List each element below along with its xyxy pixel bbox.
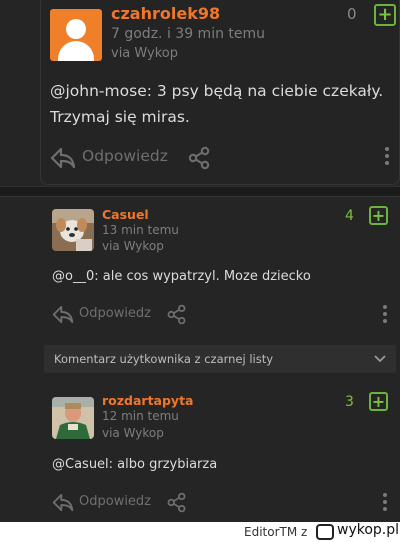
share-icon[interactable] <box>166 492 187 513</box>
chevron-down-icon <box>374 355 386 363</box>
timestamp: 7 godz. i 39 min temu <box>111 26 266 42</box>
plus-button[interactable]: + <box>369 206 388 225</box>
reply-label: Odpowiedz <box>82 147 168 165</box>
source-label: via Wykop <box>102 239 164 253</box>
share-icon[interactable] <box>187 146 211 170</box>
reply-button[interactable]: Odpowiedz <box>50 147 174 171</box>
username[interactable]: czahrolek98 <box>111 4 220 23</box>
comment-card: czahrolek98 7 godz. i 39 min temu via Wy… <box>40 0 400 185</box>
username[interactable]: Casuel <box>102 207 149 222</box>
avatar-body-shape <box>58 41 94 61</box>
source-label: via Wykop <box>102 426 164 440</box>
reply-label: Odpowiedz <box>79 494 152 509</box>
vote-count: 4 <box>345 208 354 224</box>
vote-count: 0 <box>347 5 357 23</box>
footer-watermark: EditorTM z wykop.pl <box>0 522 400 542</box>
timestamp: 13 min temu <box>102 223 179 237</box>
comment-thread-bottom: Casuel 13 min temu via Wykop 4 + @o__0: … <box>0 196 400 522</box>
wykop-logo-icon <box>316 524 334 540</box>
footer-author-name: EditorTM <box>244 525 298 539</box>
timestamp: 12 min temu <box>102 409 179 423</box>
reply-icon <box>52 493 74 512</box>
reply-button[interactable]: Odpowiedz <box>52 305 156 325</box>
more-icon[interactable] <box>383 493 387 514</box>
blacklist-notice: Komentarz użytkownika z czarnej listy <box>54 352 274 366</box>
footer-separator: z <box>301 525 308 539</box>
user-photo-avatar-image <box>52 397 94 439</box>
plus-icon: + <box>371 206 386 225</box>
plus-icon: + <box>377 4 393 25</box>
reply-button[interactable]: Odpowiedz <box>52 493 156 513</box>
comment-body-line: @john-mose: 3 psy będą na ciebie czekały… <box>50 82 384 100</box>
comment-body-line: Trzymaj się miras. <box>50 108 190 126</box>
plus-button[interactable]: + <box>369 392 388 411</box>
blacklist-collapsed-comment[interactable]: Komentarz użytkownika z czarnej listy <box>44 345 396 373</box>
avatar[interactable] <box>50 9 102 61</box>
comment-body: @o__0: ale cos wypatrzyl. Moze dziecko <box>52 269 311 284</box>
more-icon[interactable] <box>385 147 389 168</box>
source-label: via Wykop <box>111 46 178 61</box>
avatar[interactable] <box>52 397 94 439</box>
footer-site: wykop.pl <box>337 522 400 538</box>
vote-count: 3 <box>345 394 354 410</box>
avatar[interactable] <box>52 209 94 251</box>
more-icon[interactable] <box>383 305 387 326</box>
reply-icon <box>50 147 76 169</box>
avatar-head-shape <box>66 19 86 39</box>
username[interactable]: rozdartapyta <box>102 393 194 408</box>
footer-author: EditorTM z <box>244 525 307 539</box>
plus-button[interactable]: + <box>374 4 396 26</box>
plus-icon: + <box>371 392 386 411</box>
comment-body: @Casuel: albo grzybiarza <box>52 457 218 472</box>
reply-icon <box>52 305 74 324</box>
comment-thread-top: czahrolek98 7 godz. i 39 min temu via Wy… <box>0 0 400 187</box>
reply-label: Odpowiedz <box>79 306 152 321</box>
dog-avatar-image <box>52 209 94 251</box>
share-icon[interactable] <box>166 304 187 325</box>
